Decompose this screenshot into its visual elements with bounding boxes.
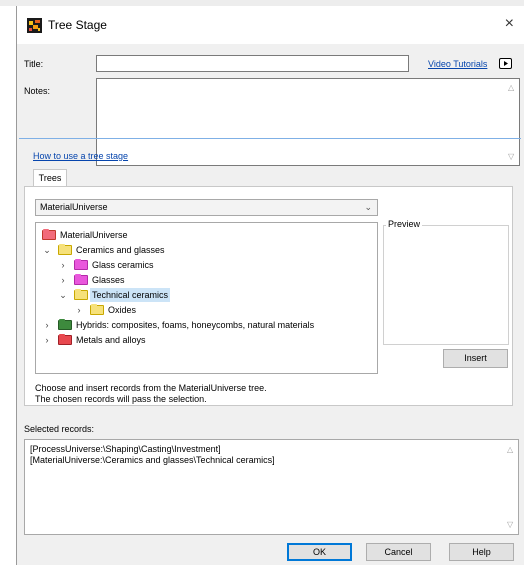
- tree-node-label: Oxides: [108, 305, 137, 315]
- magenta-folder-icon: [74, 259, 88, 270]
- tab-trees[interactable]: Trees: [33, 169, 67, 187]
- expanded-chevron-icon[interactable]: ⌄: [58, 288, 68, 302]
- records-scrollbar[interactable]: △ ▽: [504, 440, 518, 534]
- video-tutorials-label: Video Tutorials: [428, 59, 488, 69]
- collapsed-chevron-icon[interactable]: ›: [42, 318, 52, 332]
- insert-button[interactable]: Insert: [443, 349, 508, 368]
- help-line-2: The chosen records will pass the selecti…: [35, 394, 207, 404]
- tree-node-label: MaterialUniverse: [60, 230, 128, 240]
- title-bar: Tree Stage ×: [17, 6, 524, 44]
- red-folder-icon: [58, 334, 72, 345]
- tree-node-label-selected: Technical ceramics: [90, 288, 171, 302]
- red-folder-icon: [42, 229, 56, 240]
- cancel-button-label: Cancel: [384, 547, 413, 557]
- scroll-up-icon[interactable]: △: [507, 444, 513, 455]
- section-divider: [19, 138, 521, 139]
- ok-button[interactable]: OK: [287, 543, 352, 561]
- scroll-down-icon[interactable]: ▽: [508, 152, 514, 161]
- tab-trees-label: Trees: [38, 173, 62, 183]
- tree-node-label: Metals and alloys: [76, 335, 146, 345]
- tree-node-label: Glasses: [92, 275, 125, 285]
- collapsed-chevron-icon[interactable]: ›: [58, 258, 68, 272]
- preview-panel: [383, 225, 509, 345]
- play-video-icon[interactable]: [499, 58, 512, 69]
- notes-scrollbar[interactable]: △ ▽: [505, 79, 519, 165]
- expanded-chevron-icon[interactable]: ⌄: [42, 243, 52, 257]
- tree-select-value: MaterialUniverse: [40, 202, 108, 212]
- insert-button-label: Insert: [464, 353, 487, 363]
- tree-node-label: Ceramics and glasses: [76, 245, 165, 255]
- collapsed-chevron-icon[interactable]: ›: [42, 333, 52, 347]
- scroll-up-icon[interactable]: △: [508, 83, 514, 92]
- green-folder-icon: [58, 319, 72, 330]
- yellow-folder-icon: [90, 304, 104, 315]
- help-button-label: Help: [472, 547, 491, 557]
- selected-record-item: [ProcessUniverse:\Shaping\Casting\Invest…: [30, 444, 221, 454]
- app-logo-icon: [27, 18, 42, 33]
- title-input[interactable]: [96, 55, 409, 72]
- notes-textarea[interactable]: △ ▽: [96, 78, 520, 166]
- tree-node-label: Hybrids: composites, foams, honeycombs, …: [76, 320, 315, 330]
- selected-records-label: Selected records:: [24, 424, 95, 434]
- selected-records-list[interactable]: [ProcessUniverse:\Shaping\Casting\Invest…: [24, 439, 519, 535]
- yellow-folder-icon: [58, 244, 72, 255]
- ok-button-label: OK: [312, 547, 326, 557]
- chevron-down-icon: ⌄: [364, 202, 372, 212]
- selected-record-item: [MaterialUniverse:\Ceramics and glasses\…: [30, 455, 275, 465]
- tree-help-text: Choose and insert records from the Mater…: [35, 383, 267, 405]
- cancel-button[interactable]: Cancel: [366, 543, 431, 561]
- tree-node-label: Glass ceramics: [92, 260, 154, 270]
- close-icon[interactable]: ×: [505, 15, 514, 33]
- tree-stage-dialog: Tree Stage × Title: Video Tutorials Note…: [16, 6, 524, 565]
- how-to-use-link[interactable]: How to use a tree stage: [33, 151, 128, 161]
- magenta-folder-icon: [74, 274, 88, 285]
- window-title: Tree Stage: [48, 18, 107, 32]
- help-line-1: Choose and insert records from the Mater…: [35, 383, 267, 393]
- title-label: Title:: [24, 59, 44, 69]
- preview-label: Preview: [386, 219, 423, 229]
- tree-select-dropdown[interactable]: MaterialUniverse ⌄: [35, 199, 378, 216]
- material-tree-view[interactable]: MaterialUniverse ⌄ Ceramics and glasses …: [35, 222, 378, 374]
- notes-label: Notes:: [24, 86, 51, 96]
- collapsed-chevron-icon[interactable]: ›: [58, 273, 68, 287]
- collapsed-chevron-icon[interactable]: ›: [74, 303, 84, 317]
- video-tutorials-link[interactable]: Video Tutorials: [428, 59, 487, 69]
- help-button[interactable]: Help: [449, 543, 514, 561]
- yellow-folder-icon: [74, 289, 88, 300]
- scroll-down-icon[interactable]: ▽: [507, 519, 513, 530]
